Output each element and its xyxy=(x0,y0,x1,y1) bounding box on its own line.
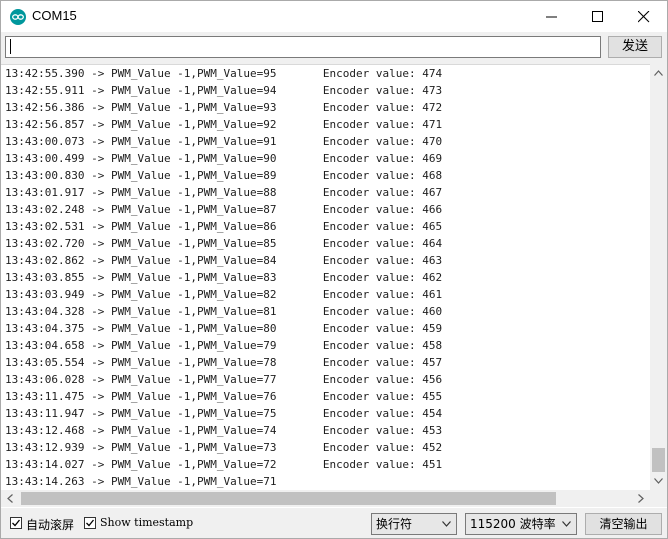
baud-rate-value: 115200 波特率 xyxy=(470,517,556,531)
status-bar: 自动滚屏 Show timestamp 换行符 115200 波特率 清空输出 xyxy=(1,508,667,538)
log-line: 13:43:03.949 -> PWM_Value -1,PWM_Value=8… xyxy=(5,288,443,301)
log-line: 13:43:04.658 -> PWM_Value -1,PWM_Value=7… xyxy=(5,339,443,352)
text-caret xyxy=(10,39,11,54)
horizontal-scroll-thumb[interactable] xyxy=(21,492,556,505)
log-line: 13:43:02.720 -> PWM_Value -1,PWM_Value=8… xyxy=(5,237,443,250)
log-line: 13:42:55.390 -> PWM_Value -1,PWM_Value=9… xyxy=(5,67,443,80)
log-line: 13:43:11.475 -> PWM_Value -1,PWM_Value=7… xyxy=(5,390,443,403)
close-button[interactable] xyxy=(621,1,667,32)
scroll-down-icon[interactable] xyxy=(654,478,663,484)
send-input[interactable] xyxy=(5,36,601,58)
log-line: 13:42:56.857 -> PWM_Value -1,PWM_Value=9… xyxy=(5,118,443,131)
log-line: 13:43:01.917 -> PWM_Value -1,PWM_Value=8… xyxy=(5,186,443,199)
log-line: 13:43:05.554 -> PWM_Value -1,PWM_Value=7… xyxy=(5,356,443,369)
clear-output-button[interactable]: 清空输出 xyxy=(585,513,662,535)
line-ending-value: 换行符 xyxy=(376,517,413,531)
log-line: 13:43:00.073 -> PWM_Value -1,PWM_Value=9… xyxy=(5,135,443,148)
title-bar: COM15 xyxy=(1,1,667,32)
log-line: 13:43:02.862 -> PWM_Value -1,PWM_Value=8… xyxy=(5,254,443,267)
chevron-down-icon xyxy=(562,521,571,527)
show-timestamp-label[interactable]: Show timestamp xyxy=(100,516,193,529)
minimize-button[interactable] xyxy=(529,1,575,32)
checkmark-icon xyxy=(12,519,21,527)
serial-output[interactable]: 13:42:55.390 -> PWM_Value -1,PWM_Value=9… xyxy=(1,64,667,509)
scroll-corner xyxy=(650,490,667,507)
maximize-button[interactable] xyxy=(575,1,621,32)
log-line: 13:43:00.499 -> PWM_Value -1,PWM_Value=9… xyxy=(5,152,443,165)
baud-rate-select[interactable]: 115200 波特率 xyxy=(465,513,577,535)
vertical-scroll-thumb[interactable] xyxy=(652,448,665,472)
scroll-left-icon[interactable] xyxy=(7,494,13,503)
autoscroll-checkbox[interactable] xyxy=(10,517,22,529)
output-log: 13:42:55.390 -> PWM_Value -1,PWM_Value=9… xyxy=(5,65,442,490)
arduino-icon xyxy=(10,9,26,25)
chevron-down-icon xyxy=(442,521,451,527)
window-title: COM15 xyxy=(32,8,77,23)
log-line: 13:43:04.328 -> PWM_Value -1,PWM_Value=8… xyxy=(5,305,443,318)
log-line: 13:43:02.531 -> PWM_Value -1,PWM_Value=8… xyxy=(5,220,443,233)
log-line: 13:43:12.939 -> PWM_Value -1,PWM_Value=7… xyxy=(5,441,443,454)
log-line: 13:42:56.386 -> PWM_Value -1,PWM_Value=9… xyxy=(5,101,443,114)
send-button[interactable]: 发送 xyxy=(608,36,662,58)
send-row: 发送 xyxy=(1,32,667,64)
vertical-scrollbar[interactable] xyxy=(650,64,667,490)
checkmark-icon xyxy=(86,519,95,527)
log-line: 13:43:00.830 -> PWM_Value -1,PWM_Value=8… xyxy=(5,169,443,182)
minimize-icon xyxy=(546,16,557,18)
line-ending-select[interactable]: 换行符 xyxy=(371,513,457,535)
log-line: 13:43:04.375 -> PWM_Value -1,PWM_Value=8… xyxy=(5,322,443,335)
log-line: 13:43:12.468 -> PWM_Value -1,PWM_Value=7… xyxy=(5,424,443,437)
log-line: 13:43:14.027 -> PWM_Value -1,PWM_Value=7… xyxy=(5,458,443,471)
horizontal-scrollbar[interactable] xyxy=(1,490,650,507)
scroll-up-icon[interactable] xyxy=(654,70,663,76)
show-timestamp-checkbox[interactable] xyxy=(84,517,96,529)
scroll-right-icon[interactable] xyxy=(638,494,644,503)
autoscroll-label[interactable]: 自动滚屏 xyxy=(26,516,74,533)
log-line: 13:43:02.248 -> PWM_Value -1,PWM_Value=8… xyxy=(5,203,443,216)
log-line: 13:43:06.028 -> PWM_Value -1,PWM_Value=7… xyxy=(5,373,443,386)
serial-monitor-window: COM15 发送 13:42:55.390 -> PWM_Value -1,PW… xyxy=(0,0,668,539)
log-line: 13:43:14.263 -> PWM_Value -1,PWM_Value=7… xyxy=(5,475,277,488)
close-icon xyxy=(638,11,650,23)
log-line: 13:43:11.947 -> PWM_Value -1,PWM_Value=7… xyxy=(5,407,443,420)
log-line: 13:42:55.911 -> PWM_Value -1,PWM_Value=9… xyxy=(5,84,443,97)
log-line: 13:43:03.855 -> PWM_Value -1,PWM_Value=8… xyxy=(5,271,443,284)
maximize-icon xyxy=(592,11,603,22)
